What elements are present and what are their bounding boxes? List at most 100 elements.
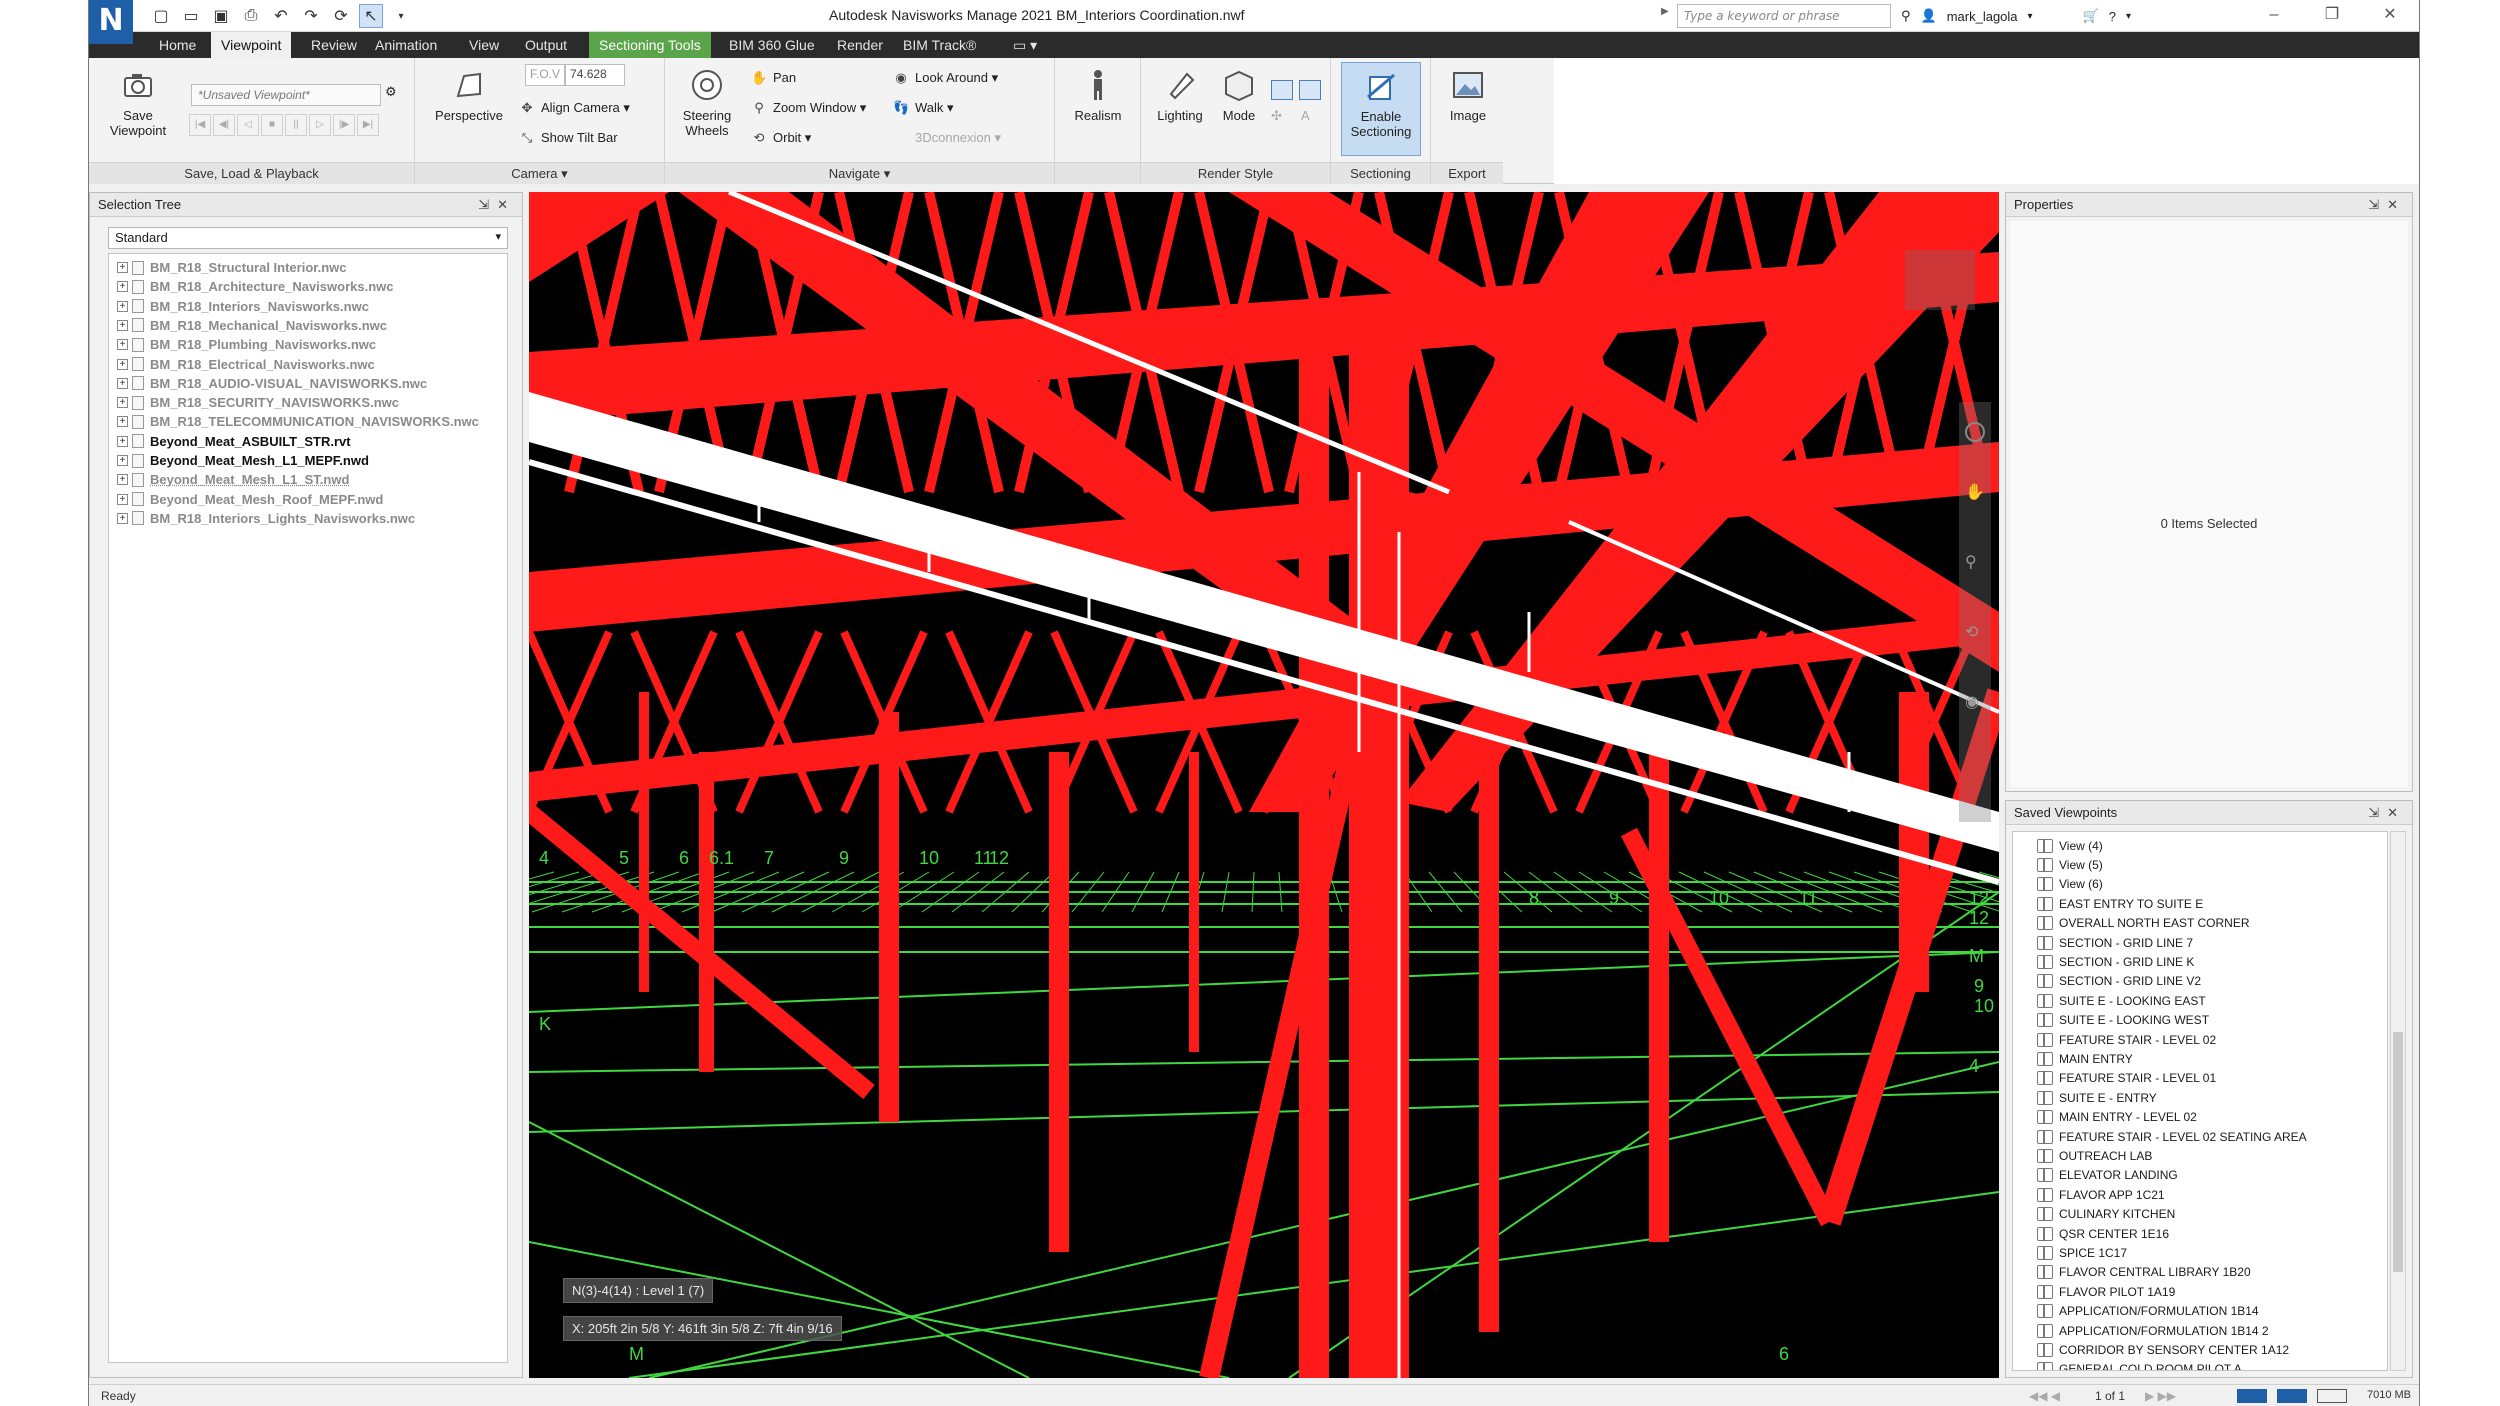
pan-button[interactable]: ✋ Pan: [751, 70, 796, 86]
tree-item[interactable]: + BM_R18_Structural Interior.nwc: [109, 258, 347, 277]
saved-viewpoint-item[interactable]: EAST ENTRY TO SUITE E: [2013, 894, 2203, 913]
tree-item[interactable]: + BM_R18_Plumbing_Navisworks.nwc: [109, 335, 376, 354]
look-nav-icon[interactable]: ◉: [1965, 692, 1985, 712]
saved-viewpoint-item[interactable]: MAIN ENTRY - LEVEL 02: [2013, 1108, 2197, 1127]
render-shaded-icon[interactable]: [1271, 80, 1293, 103]
saved-viewpoint-item[interactable]: CORRIDOR BY SENSORY CENTER 1A12: [2013, 1340, 2289, 1359]
expand-icon[interactable]: +: [117, 339, 128, 351]
look-around-button[interactable]: ◉ Look Around ▾: [893, 70, 998, 86]
3d-scene[interactable]: 4 5 6 6.1 7 9 10 11128 9 10 11 12KMM4691012: [529, 192, 1999, 1378]
undo-icon[interactable]: ↶: [269, 4, 293, 28]
saved-viewpoint-item[interactable]: FLAVOR PILOT 1A19: [2013, 1282, 2175, 1301]
tab-view[interactable]: View: [459, 32, 509, 58]
saved-viewpoint-item[interactable]: APPLICATION/FORMULATION 1B14 2: [2013, 1321, 2269, 1340]
tree-item[interactable]: + BM_R18_Architecture_Navisworks.nwc: [109, 277, 394, 296]
pause-icon[interactable]: ||: [285, 114, 307, 136]
expand-icon[interactable]: +: [117, 493, 128, 505]
expand-icon[interactable]: +: [117, 416, 128, 428]
expand-icon[interactable]: +: [117, 435, 128, 447]
redo-icon[interactable]: ↷: [299, 4, 323, 28]
help-icon[interactable]: ?: [2109, 9, 2116, 24]
tree-item[interactable]: + BM_R18_Interiors_Navisworks.nwc: [109, 297, 369, 316]
last-frame-icon[interactable]: ▶|: [357, 114, 379, 136]
step-back-icon[interactable]: ◀|: [213, 114, 235, 136]
tree-item[interactable]: + BM_R18_SECURITY_NAVISWORKS.nwc: [109, 393, 399, 412]
expand-icon[interactable]: +: [117, 358, 128, 370]
steering-wheel-nav-icon[interactable]: [1965, 422, 1985, 442]
saved-viewpoint-item[interactable]: FEATURE STAIR - LEVEL 02 SEATING AREA: [2013, 1127, 2307, 1146]
export-image-button[interactable]: Image: [1435, 66, 1501, 123]
tree-item[interactable]: + Beyond_Meat_Mesh_L1_MEPF.nwd: [109, 451, 369, 470]
saved-viewpoints-scrollbar[interactable]: [2390, 831, 2406, 1371]
zoom-nav-icon[interactable]: ⚲: [1965, 552, 1985, 572]
help-dropdown-icon[interactable]: ▾: [2126, 11, 2131, 22]
saved-viewpoint-item[interactable]: SUITE E - ENTRY: [2013, 1088, 2157, 1107]
expand-icon[interactable]: +: [117, 262, 128, 273]
saved-viewpoint-item[interactable]: CULINARY KITCHEN: [2013, 1205, 2175, 1224]
tree-item[interactable]: + BM_R18_Mechanical_Navisworks.nwc: [109, 316, 387, 335]
lighting-button[interactable]: Lighting: [1147, 66, 1213, 123]
saved-viewpoint-item[interactable]: View (5): [2013, 855, 2103, 874]
customize-dropdown-icon[interactable]: ▾: [389, 4, 413, 28]
user-icon[interactable]: 👤: [1921, 8, 1937, 24]
play-icon[interactable]: ▷: [309, 114, 331, 136]
tab-render[interactable]: Render: [827, 32, 893, 58]
walk-button[interactable]: 👣 Walk ▾: [893, 100, 954, 116]
page-nav-forward-icons[interactable]: ▶ ▶▶: [2145, 1389, 2176, 1403]
expand-icon[interactable]: +: [117, 397, 128, 409]
tree-item[interactable]: + Beyond_Meat_ASBUILT_STR.rvt: [109, 432, 351, 451]
tree-item[interactable]: + BM_R18_Interiors_Lights_Navisworks.nwc: [109, 509, 415, 528]
tab-bim360-glue[interactable]: BIM 360 Glue: [719, 32, 825, 58]
expand-icon[interactable]: +: [117, 512, 128, 524]
print-icon[interactable]: ⎙: [239, 4, 263, 28]
group-label-navigate[interactable]: Navigate ▾: [665, 162, 1054, 184]
expand-icon[interactable]: +: [117, 300, 128, 312]
perspective-button[interactable]: Perspective: [421, 66, 517, 123]
saved-viewpoint-item[interactable]: QSR CENTER 1E16: [2013, 1224, 2169, 1243]
steering-wheels-button[interactable]: Steering Wheels: [671, 66, 743, 138]
tab-animation[interactable]: Animation: [365, 32, 447, 58]
saved-viewpoint-item[interactable]: SPICE 1C17: [2013, 1243, 2127, 1262]
realism-button[interactable]: Realism: [1065, 66, 1131, 123]
first-frame-icon[interactable]: |◀: [189, 114, 211, 136]
user-name[interactable]: mark_lagola: [1947, 9, 2018, 24]
close-icon[interactable]: ✕: [2361, 0, 2419, 32]
fov-value-input[interactable]: 74.628: [565, 64, 626, 86]
selection-tree-mode-select[interactable]: Standard ▾: [108, 227, 508, 249]
expand-icon[interactable]: +: [117, 281, 128, 293]
saved-viewpoint-item[interactable]: SECTION - GRID LINE K: [2013, 952, 2194, 971]
viewpoint-select[interactable]: *Unsaved Viewpoint*: [191, 84, 381, 106]
3dconnexion-button[interactable]: 3Dconnexion ▾: [893, 130, 1001, 146]
saved-viewpoint-item[interactable]: MAIN ENTRY: [2013, 1049, 2133, 1068]
search-expand-icon[interactable]: ▶: [1661, 6, 1675, 26]
saved-viewpoints-pin-close-icons[interactable]: ⇲✕: [2368, 801, 2406, 825]
open-file-icon[interactable]: ▭: [179, 4, 203, 28]
select-cursor-icon[interactable]: ↖: [359, 4, 383, 28]
app-logo[interactable]: N: [89, 0, 133, 44]
align-camera-button[interactable]: ✥ Align Camera ▾: [519, 100, 630, 116]
tree-item[interactable]: + Beyond_Meat_Mesh_Roof_MEPF.nwd: [109, 490, 383, 509]
maximize-icon[interactable]: ❐: [2303, 0, 2361, 32]
panel-pin-close-icons[interactable]: ⇲✕: [478, 193, 516, 217]
saved-viewpoint-item[interactable]: SUITE E - LOOKING WEST: [2013, 1011, 2209, 1030]
new-file-icon[interactable]: ▢: [149, 4, 173, 28]
tab-bim-track[interactable]: BIM Track®: [893, 32, 986, 58]
zoom-window-button[interactable]: ⚲ Zoom Window ▾: [751, 100, 866, 116]
3d-viewport[interactable]: 4 5 6 6.1 7 9 10 11 12 8 9 10 11 12 K M M 4 6 9 10 12 ✋ ⚲ ⟲ ◉…: [529, 192, 1999, 1378]
tree-item[interactable]: + BM_R18_Electrical_Navisworks.nwc: [109, 355, 375, 374]
tab-home[interactable]: Home: [149, 32, 206, 58]
tree-item[interactable]: + BM_R18_TELECOMMUNICATION_NAVISWORKS.nwc: [109, 412, 479, 431]
saved-viewpoint-item[interactable]: SECTION - GRID LINE V2: [2013, 972, 2201, 991]
group-label-save-load[interactable]: Save, Load & Playback: [89, 162, 414, 184]
cart-icon[interactable]: 🛒: [2083, 8, 2099, 24]
saved-viewpoint-item[interactable]: FLAVOR APP 1C21: [2013, 1185, 2165, 1204]
expand-icon[interactable]: +: [117, 455, 128, 466]
viewpoint-options-icon[interactable]: ⚙: [385, 84, 397, 100]
refresh-icon[interactable]: ⟳: [329, 4, 353, 28]
minimize-icon[interactable]: –: [2245, 0, 2303, 32]
stop-icon[interactable]: ■: [261, 114, 283, 136]
render-points-icon[interactable]: ✣: [1271, 108, 1282, 124]
enable-sectioning-button[interactable]: Enable Sectioning: [1341, 62, 1421, 156]
saved-viewpoint-item[interactable]: OUTREACH LAB: [2013, 1146, 2152, 1165]
expand-icon[interactable]: +: [117, 319, 128, 331]
